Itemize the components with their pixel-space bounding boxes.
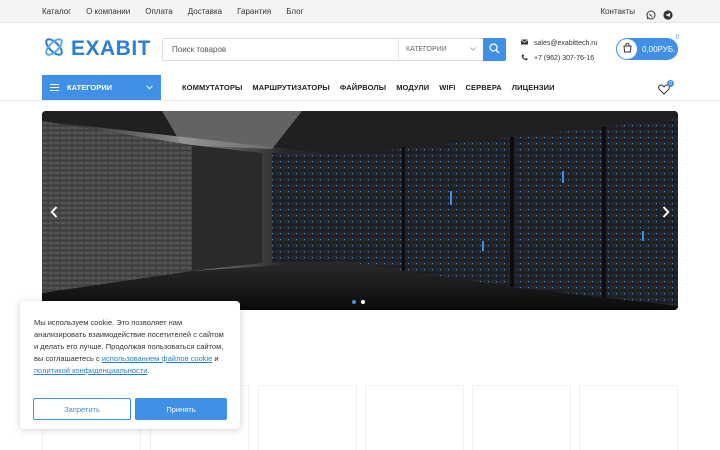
cookie-consent-popup: Мы используем cookie. Это позволяет нам …	[20, 301, 240, 429]
whatsapp-icon[interactable]	[646, 7, 656, 19]
top-nav-catalog[interactable]: Каталог	[42, 7, 71, 16]
product-card[interactable]	[472, 385, 571, 450]
header-contacts: sales@exabittech.ru +7 (962) 307-76-16	[520, 37, 598, 67]
categories-menu-label: КАТЕГОРИИ	[67, 83, 112, 92]
nav-licenses[interactable]: ЛИЦЕНЗИИ	[512, 83, 555, 92]
logo-icon	[42, 35, 66, 64]
wishlist-count-badge: 0	[667, 80, 674, 87]
cookie-buttons: Запретить Принять	[33, 398, 227, 420]
search-input[interactable]	[163, 39, 398, 60]
search-bar: КАТЕГОРИИ	[162, 38, 506, 61]
top-nav-warranty[interactable]: Гарантия	[237, 7, 271, 16]
top-right: Контакты	[600, 0, 673, 23]
search-icon	[489, 41, 500, 59]
cart-total: 0,00РУБ.	[642, 44, 676, 54]
chevron-down-icon	[470, 46, 476, 53]
nav-servers[interactable]: СЕРВЕРА	[465, 83, 501, 92]
cart-icon-circle	[617, 39, 637, 59]
slider-prev-arrow-icon[interactable]	[50, 205, 58, 223]
top-nav-blog[interactable]: Блог	[286, 7, 303, 16]
cookie-accept-button[interactable]: Принять	[135, 398, 227, 420]
envelope-icon	[520, 39, 529, 47]
hero-slider[interactable]	[42, 111, 678, 310]
cookie-text-end: .	[147, 366, 150, 375]
nav-firewalls[interactable]: ФАЙРВОЛЫ	[340, 83, 386, 92]
top-nav: Каталог О компании Оплата Доставка Гаран…	[42, 0, 319, 23]
contact-email[interactable]: sales@exabittech.ru	[534, 40, 598, 47]
main-nav: КОММУТАТОРЫ МАРШРУТИЗАТОРЫ ФАЙРВОЛЫ МОДУ…	[182, 75, 565, 100]
cookie-reject-button[interactable]: Запретить	[33, 398, 131, 420]
cookie-text-and: и	[212, 354, 219, 363]
slider-dot-1[interactable]	[352, 300, 356, 304]
top-nav-payment[interactable]: Оплата	[145, 7, 173, 16]
menu-icon	[50, 82, 59, 93]
top-nav-contacts[interactable]: Контакты	[600, 7, 635, 16]
search-category-select[interactable]: КАТЕГОРИИ	[398, 39, 483, 60]
nav-modules[interactable]: МОДУЛИ	[396, 83, 429, 92]
product-card[interactable]	[365, 385, 464, 450]
search-button[interactable]	[483, 38, 506, 61]
top-nav-delivery[interactable]: Доставка	[188, 7, 222, 16]
logo-text: EXABIT	[71, 37, 152, 60]
slider-next-arrow-icon[interactable]	[662, 205, 670, 223]
contact-email-row[interactable]: sales@exabittech.ru	[520, 37, 598, 49]
contact-phone-row[interactable]: +7 (962) 307-76-16	[521, 52, 598, 64]
contact-phone[interactable]: +7 (962) 307-76-16	[534, 55, 594, 62]
nav-switches[interactable]: КОММУТАТОРЫ	[182, 83, 242, 92]
top-bar: Каталог О компании Оплата Доставка Гаран…	[0, 0, 720, 23]
server-room-image	[42, 111, 678, 310]
nav-divider	[0, 100, 720, 101]
cookie-policy-link[interactable]: использованием файлов cookie	[102, 354, 213, 363]
cart-count-badge: 0	[675, 35, 679, 41]
top-nav-about[interactable]: О компании	[86, 7, 130, 16]
categories-menu-button[interactable]: КАТЕГОРИИ	[42, 75, 161, 100]
product-card[interactable]	[258, 385, 357, 450]
slider-pagination	[352, 300, 365, 304]
logo[interactable]: EXABIT	[42, 37, 151, 61]
nav-routers[interactable]: МАРШРУТИЗАТОРЫ	[252, 83, 329, 92]
telegram-icon[interactable]	[663, 7, 673, 20]
search-category-label: КАТЕГОРИИ	[406, 46, 447, 53]
chevron-down-icon	[146, 83, 153, 92]
slider-dot-2[interactable]	[361, 300, 365, 304]
phone-icon	[521, 54, 528, 63]
shopping-bag-icon	[622, 40, 633, 58]
nav-wifi[interactable]: WIFI	[439, 83, 455, 92]
product-card[interactable]	[579, 385, 678, 450]
cookie-text: Мы используем cookie. Это позволяет нам …	[34, 317, 226, 377]
privacy-policy-link[interactable]: политикой конфиденциальности	[34, 366, 147, 375]
cart-button[interactable]: 0,00РУБ. 0	[616, 35, 679, 60]
